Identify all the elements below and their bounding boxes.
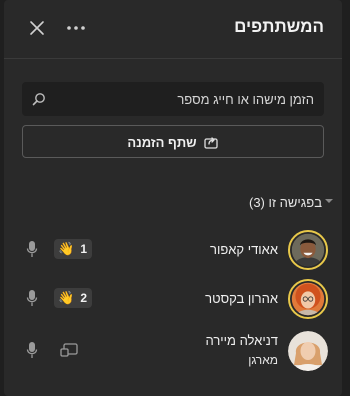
screen-share-icon [60, 343, 78, 357]
share-icon [203, 137, 218, 149]
search-placeholder: הזמן מישהו או חייג מספר [177, 92, 314, 107]
share-invite-button[interactable]: שתף הזמנה [22, 125, 324, 158]
participant-name: אאודי קאפור [210, 242, 278, 257]
participant-row[interactable]: אאודי קאפור 👋 1 [4, 227, 342, 273]
raised-hand-icon: 👋 [58, 241, 75, 256]
chevron-down-icon[interactable] [324, 197, 334, 205]
avatar [288, 331, 328, 371]
microphone-icon[interactable] [26, 289, 38, 307]
close-icon[interactable] [28, 19, 46, 37]
microphone-icon[interactable] [26, 240, 38, 258]
participant-role: מארגן [248, 353, 278, 367]
share-invite-label: שתף הזמנה [127, 134, 197, 150]
raised-hand-order: 2 [80, 291, 87, 305]
search-input[interactable]: הזמן מישהו או חייג מספר [22, 82, 324, 116]
raised-hand-icon: 👋 [58, 290, 75, 305]
header-divider [4, 58, 342, 59]
more-horizontal-icon[interactable] [64, 20, 88, 36]
panel-header: המשתתפים [4, 0, 342, 58]
section-in-meeting[interactable]: בפגישה זו (3) [249, 195, 322, 210]
avatar [288, 230, 328, 270]
participant-row[interactable]: דניאלה מיירה מארגן [4, 328, 342, 374]
participant-row[interactable]: אהרון בקסטר 👋 2 [4, 276, 342, 322]
microphone-icon[interactable] [26, 341, 38, 359]
raised-hand-order: 1 [80, 242, 87, 256]
raised-hand-badge: 👋 2 [54, 288, 92, 308]
participants-panel: המשתתפים הזמן מישהו או חייג מספר שתף הזמ… [4, 0, 342, 396]
participant-name: אהרון בקסטר [205, 291, 278, 306]
search-icon [32, 93, 45, 106]
participant-name: דניאלה מיירה [205, 333, 278, 348]
avatar [288, 279, 328, 319]
raised-hand-badge: 👋 1 [54, 239, 92, 259]
panel-title: המשתתפים [234, 17, 324, 36]
